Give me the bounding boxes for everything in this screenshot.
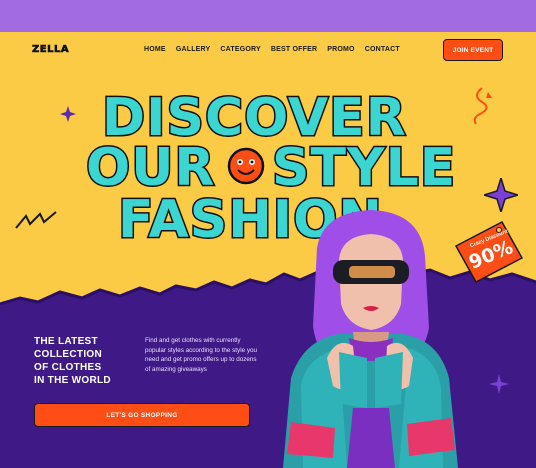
nav-item-home[interactable]: HOME (144, 46, 166, 53)
discount-tag: Crazy Discount 90% (452, 218, 526, 284)
nav-item-gallery[interactable]: GALLERY (176, 46, 211, 53)
top-banner-strip (0, 0, 536, 32)
tagline-line: THE LATEST (34, 336, 98, 347)
smiley-icon (227, 147, 265, 185)
top-navigation: ZELLA HOME GALLERY CATEGORY BEST OFFER P… (0, 32, 536, 68)
hero-description: Find and get clothes with currently popu… (145, 337, 258, 373)
sparkle-icon (484, 178, 518, 212)
nav-item-best-offer[interactable]: BEST OFFER (271, 46, 317, 53)
headline-line-2a: OUR (84, 138, 216, 198)
tagline-line: COLLECTION (34, 349, 102, 360)
brand-logo[interactable]: ZELLA (32, 44, 69, 56)
headline-line-2b: STYLE (270, 138, 457, 198)
tagline-line: IN THE WORLD (34, 375, 111, 386)
nav-item-promo[interactable]: PROMO (327, 46, 354, 53)
nav-menu: HOME GALLERY CATEGORY BEST OFFER PROMO C… (144, 46, 400, 53)
join-event-button[interactable]: JOIN EVENT (443, 39, 503, 61)
tagline-line: OF CLOTHES (34, 362, 102, 373)
sparkle-icon (60, 106, 76, 122)
collection-tagline: THE LATEST COLLECTION OF CLOTHES IN THE … (34, 335, 111, 387)
zigzag-icon (15, 211, 57, 229)
squiggle-icon (473, 87, 492, 125)
nav-item-category[interactable]: CATEGORY (220, 46, 261, 53)
sparkle-icon (489, 374, 509, 394)
shop-now-button[interactable]: LET'S GO SHOPPING (34, 403, 250, 427)
headline-line-1: DISCOVER (101, 88, 408, 148)
hero-section: ZELLA HOME GALLERY CATEGORY BEST OFFER P… (0, 32, 536, 468)
nav-item-contact[interactable]: CONTACT (365, 46, 400, 53)
model-photo (283, 210, 458, 468)
